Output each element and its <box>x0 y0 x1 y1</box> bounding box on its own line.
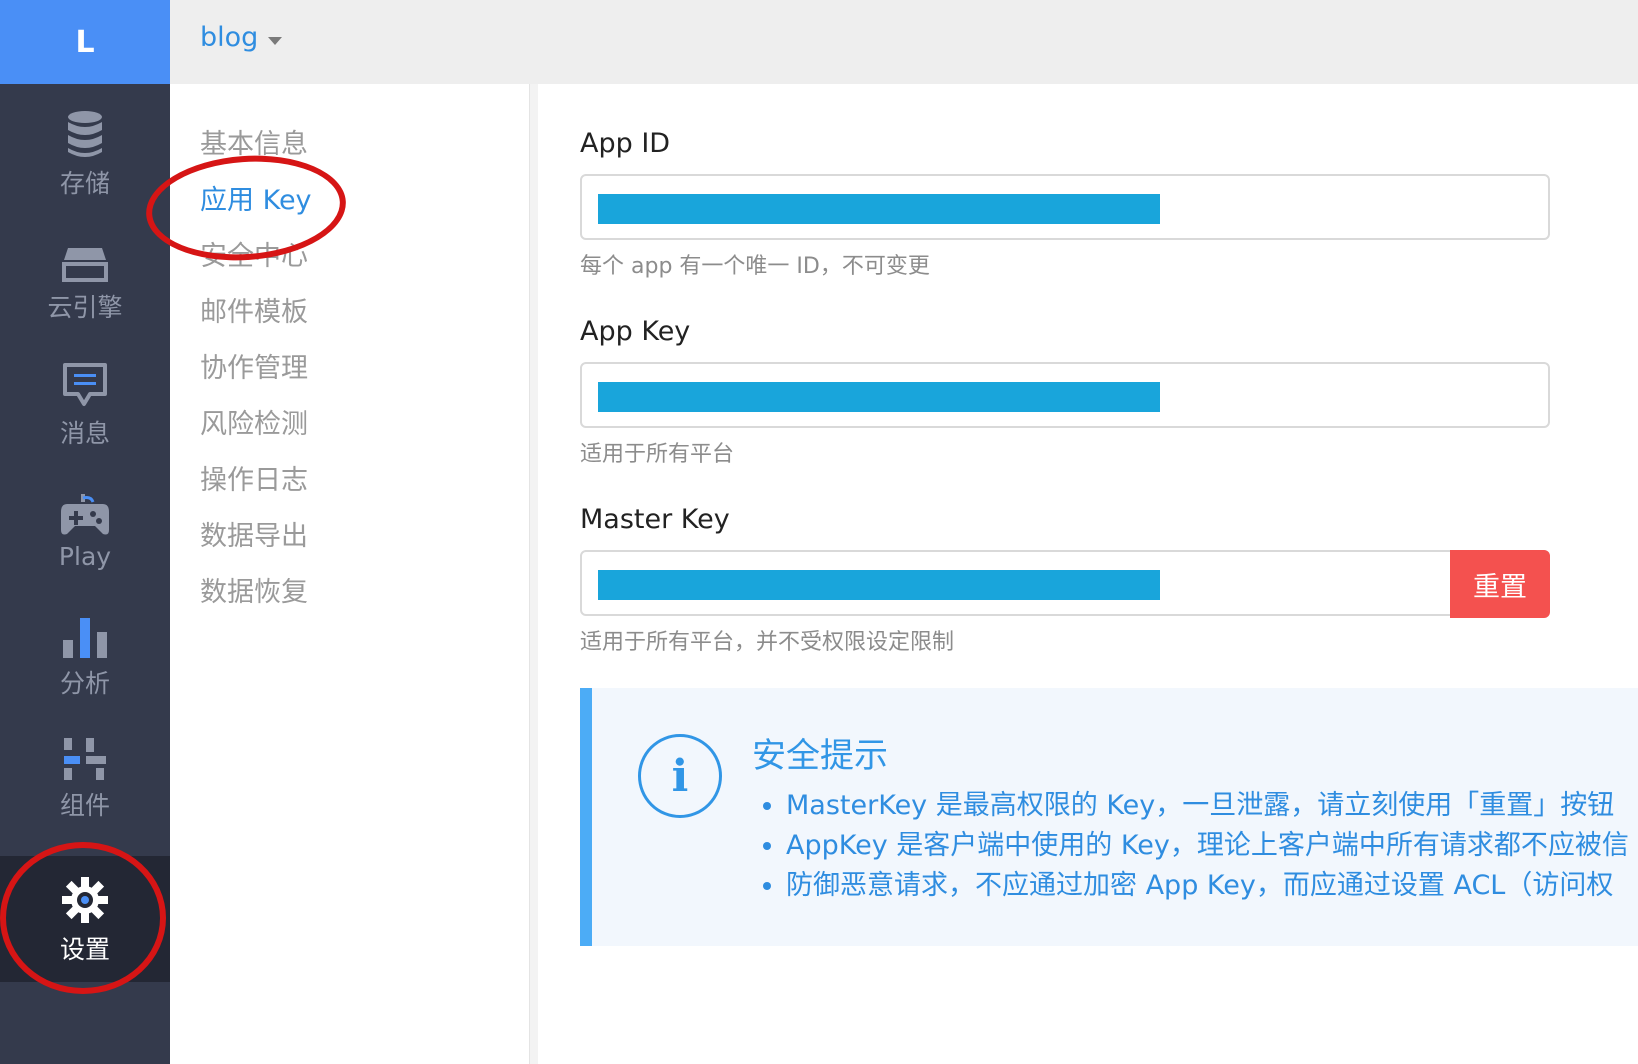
redacted-value <box>598 570 1160 600</box>
caret-down-icon <box>268 36 283 45</box>
subnav-item-operation-log[interactable]: 操作日志 <box>200 458 308 497</box>
rail-item-play[interactable]: Play <box>0 478 170 571</box>
reset-master-key-button[interactable]: 重置 <box>1450 550 1550 618</box>
master-key-label: Master Key <box>580 504 730 535</box>
app-key-label: App Key <box>580 316 691 347</box>
rail-item-storage[interactable]: 存储 <box>0 100 170 200</box>
list-item: MasterKey 是最高权限的 Key，一旦泄露，请立刻使用「重置」按钮 <box>786 786 1638 826</box>
redacted-value <box>598 194 1160 224</box>
subnav-item-basic-info[interactable]: 基本信息 <box>200 122 308 161</box>
notice-list: MasterKey 是最高权限的 Key，一旦泄露，请立刻使用「重置」按钮 Ap… <box>752 786 1638 906</box>
components-icon <box>62 722 108 780</box>
app-id-label: App ID <box>580 128 671 159</box>
rail-item-cloud-engine[interactable]: 云引擎 <box>0 224 170 324</box>
gamepad-icon <box>61 478 109 536</box>
app-id-help: 每个 app 有一个唯一 ID，不可变更 <box>580 254 930 279</box>
master-key-help: 适用于所有平台，并不受权限设定限制 <box>580 630 955 655</box>
rail-item-components[interactable]: 组件 <box>0 722 170 822</box>
app-selector[interactable]: blog <box>200 22 283 53</box>
app-logo[interactable]: L <box>0 0 170 84</box>
rail-item-settings[interactable]: 设置 <box>0 856 170 982</box>
subnav-item-data-restore[interactable]: 数据恢复 <box>200 570 308 609</box>
notice-title: 安全提示 <box>752 736 888 776</box>
app-id-field[interactable] <box>580 174 1550 240</box>
top-bar: blog <box>170 0 1638 84</box>
sidebar-rail: L 存储 云引擎 消息 Play 分析 组件 设置 <box>0 0 170 1064</box>
list-item: AppKey 是客户端中使用的 Key，理论上客户端中所有请求都不应被信 <box>786 826 1638 866</box>
bar-chart-icon <box>62 600 108 658</box>
app-key-field[interactable] <box>580 362 1550 428</box>
app-key-help: 适用于所有平台 <box>580 442 735 467</box>
info-icon: i <box>638 734 722 818</box>
subnav-item-security-center[interactable]: 安全中心 <box>200 234 308 273</box>
subnav-item-collaboration[interactable]: 协作管理 <box>200 346 308 385</box>
settings-subnav: 基本信息 应用 Key 安全中心 邮件模板 协作管理 风险检测 操作日志 数据导… <box>170 84 530 1064</box>
subnav-item-risk-detection[interactable]: 风险检测 <box>200 402 308 441</box>
security-notice: i 安全提示 MasterKey 是最高权限的 Key，一旦泄露，请立刻使用「重… <box>580 688 1638 946</box>
rail-item-message[interactable]: 消息 <box>0 350 170 450</box>
cloud-engine-icon <box>62 224 108 282</box>
column-divider <box>530 84 538 1064</box>
subnav-item-email-templates[interactable]: 邮件模板 <box>200 290 308 329</box>
gear-icon <box>61 866 109 924</box>
list-item: 防御恶意请求，不应通过加密 App Key，而应通过设置 ACL（访问权 <box>786 866 1638 906</box>
master-key-field[interactable]: 重置 <box>580 550 1550 618</box>
subnav-item-data-export[interactable]: 数据导出 <box>200 514 308 553</box>
subnav-item-app-key[interactable]: 应用 Key <box>200 178 312 217</box>
database-icon <box>66 100 104 158</box>
rail-item-analytics[interactable]: 分析 <box>0 600 170 700</box>
redacted-value <box>598 382 1160 412</box>
message-icon <box>62 350 108 408</box>
